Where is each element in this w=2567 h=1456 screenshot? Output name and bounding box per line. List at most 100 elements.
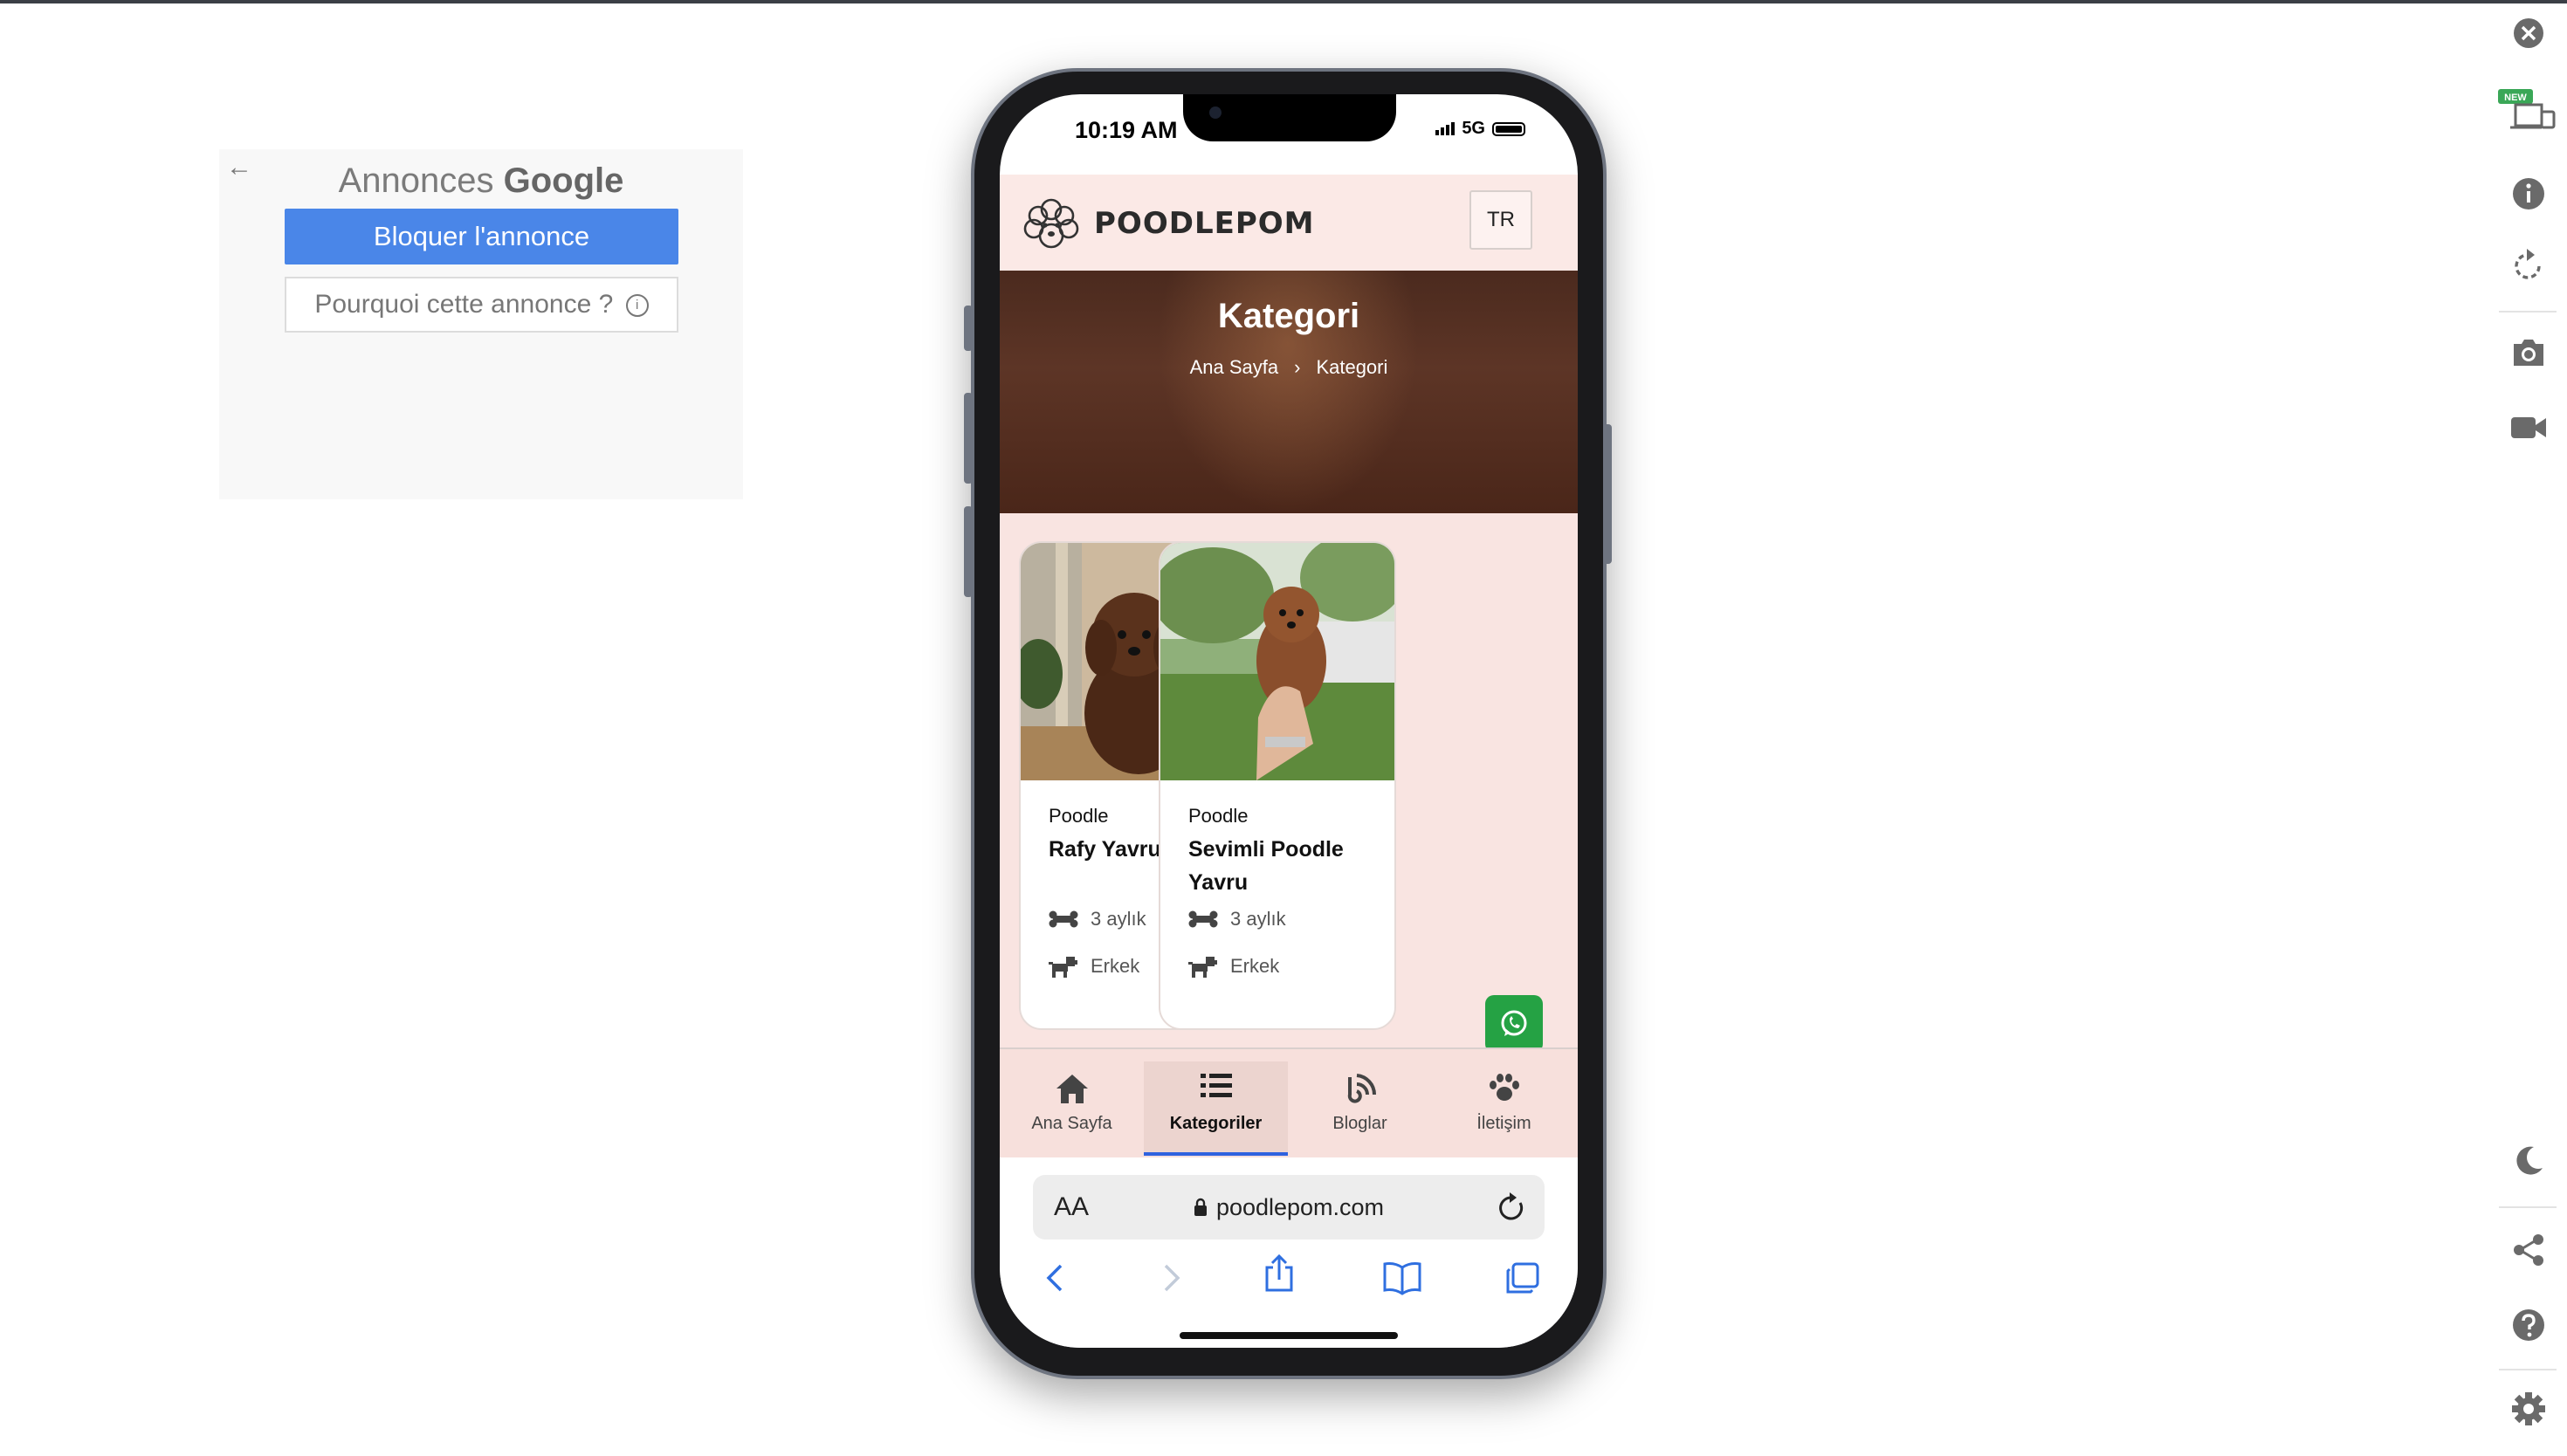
screenshot-button[interactable] [2494, 333, 2564, 372]
mute-switch [964, 306, 973, 351]
camera-icon [2514, 340, 2543, 366]
breadcrumb: Ana Sayfa › Kategori [1000, 356, 1578, 379]
card-title[interactable]: Sevimli Poodle Yavru [1188, 833, 1380, 899]
battery-icon [1492, 121, 1525, 136]
signal-icon [1435, 122, 1456, 135]
moon-icon [2516, 1146, 2543, 1175]
nav-item-categories[interactable]: Kategoriler [1144, 1049, 1288, 1166]
card-category: Poodle [1049, 805, 1109, 827]
nav-label: Kategoriler [1169, 1114, 1263, 1133]
help-button[interactable] [2494, 1306, 2564, 1344]
hero-banner: Kategori Ana Sayfa › Kategori [1000, 271, 1578, 513]
paw-icon [1489, 1074, 1519, 1101]
whatsapp-button[interactable] [1485, 995, 1543, 1053]
network-label: 5G [1462, 119, 1485, 138]
safari-toolbar: AA poodlepom.com [1000, 1157, 1578, 1348]
status-time: 10:19 AM [1075, 117, 1178, 143]
dark-mode-button[interactable] [2494, 1142, 2564, 1180]
toolbar-divider [2499, 311, 2557, 312]
share-sheet-icon[interactable] [1262, 1253, 1297, 1294]
phone-screen: 10:19 AM 5G POODLEPOM TR Kategori Ana Sa… [1000, 94, 1578, 1348]
rotate-icon [2515, 249, 2541, 279]
home-icon [1056, 1075, 1088, 1103]
gender-row: Erkek [1049, 955, 1139, 978]
reload-icon[interactable] [1496, 1191, 1527, 1224]
page-title: Kategori [1217, 297, 1360, 335]
back-icon[interactable] [1040, 1260, 1071, 1295]
bone-icon [1049, 910, 1078, 928]
google-ad-panel: ← Annonces Google Bloquer l'annonce Pour… [219, 149, 743, 499]
gender-row: Erkek [1188, 955, 1279, 978]
breadcrumb-current: Kategori [1316, 356, 1388, 378]
forward-icon[interactable] [1155, 1260, 1187, 1295]
whatsapp-icon [1501, 1010, 1527, 1036]
card-category: Poodle [1188, 805, 1249, 827]
volume-down-button [964, 506, 973, 597]
age-value: 3 aylık [1230, 908, 1286, 930]
language-button[interactable]: TR [1469, 190, 1532, 250]
bone-icon [1188, 910, 1218, 928]
site-header: POODLEPOM TR [1000, 175, 1578, 271]
age-row: 3 aylık [1049, 908, 1146, 931]
info-icon [2513, 178, 2544, 209]
device-icon: NEW [2498, 89, 2556, 129]
bookmarks-icon[interactable] [1382, 1260, 1422, 1295]
dog-icon [1049, 957, 1077, 978]
age-row: 3 aylık [1188, 908, 1286, 931]
info-icon: i [625, 294, 649, 318]
poodle-logo-icon[interactable] [1021, 192, 1082, 250]
nav-item-home[interactable]: Ana Sayfa [1000, 1049, 1144, 1166]
notch [1183, 94, 1396, 141]
url-text: poodlepom.com [1215, 1194, 1385, 1220]
nav-label: İletişim [1476, 1114, 1531, 1133]
help-icon [2513, 1309, 2544, 1341]
website-content: POODLEPOM TR Kategori Ana Sayfa › Kategori [1000, 175, 1578, 1166]
product-card[interactable]: Poodle Sevimli Poodle Yavru 3 aylık Erke… [1159, 541, 1396, 1030]
gender-value: Erkek [1091, 955, 1140, 977]
puppy-photo[interactable] [1160, 543, 1394, 780]
home-indicator [1180, 1332, 1398, 1339]
lock-icon [1194, 1198, 1207, 1216]
info-button[interactable] [2494, 175, 2564, 213]
gender-value: Erkek [1230, 955, 1280, 977]
new-badge-text: NEW [2504, 93, 2527, 103]
url-display[interactable]: poodlepom.com [1033, 1194, 1545, 1221]
site-brand[interactable]: POODLEPOM [1094, 206, 1315, 241]
dog-icon [1188, 957, 1217, 978]
share-button[interactable] [2494, 1231, 2564, 1269]
top-border [0, 0, 2567, 3]
block-ad-button[interactable]: Bloquer l'annonce [285, 209, 678, 264]
status-indicators: 5G [1435, 119, 1525, 139]
toolbar-divider [2499, 1369, 2557, 1370]
close-button[interactable] [2494, 16, 2564, 51]
record-button[interactable] [2494, 409, 2564, 447]
list-icon [1200, 1074, 1232, 1097]
settings-icon [2512, 1392, 2545, 1425]
nav-item-contact[interactable]: İletişim [1432, 1049, 1576, 1166]
device-button[interactable]: NEW [2494, 86, 2564, 134]
bottom-navigation: Ana Sayfa Kategoriler Bloglar İletişim [1000, 1047, 1578, 1166]
rotate-button[interactable] [2494, 246, 2564, 285]
nav-label: Bloglar [1332, 1114, 1387, 1133]
breadcrumb-home[interactable]: Ana Sayfa [1190, 356, 1279, 378]
chevron-right-icon: › [1294, 356, 1301, 378]
video-icon [2511, 417, 2546, 438]
why-this-ad-label: Pourquoi cette annonce ? [314, 290, 614, 319]
address-bar[interactable]: AA poodlepom.com [1033, 1175, 1545, 1240]
age-value: 3 aylık [1091, 908, 1146, 930]
ad-title: Annonces Google [219, 161, 743, 201]
share-icon [2514, 1234, 2543, 1266]
power-button [1603, 424, 1612, 564]
front-camera [1209, 106, 1222, 119]
ad-title-prefix: Annonces [338, 161, 494, 200]
blog-icon [1347, 1074, 1376, 1103]
ad-title-brand: Google [503, 161, 624, 200]
nav-label: Ana Sayfa [1031, 1114, 1112, 1133]
toolbar-divider [2499, 1206, 2557, 1208]
close-icon [2514, 18, 2543, 48]
why-this-ad-button[interactable]: Pourquoi cette annonce ? i [285, 277, 678, 333]
nav-item-blogs[interactable]: Bloglar [1288, 1049, 1432, 1166]
settings-button[interactable] [2494, 1390, 2564, 1428]
volume-up-button [964, 393, 973, 484]
tabs-icon[interactable] [1504, 1260, 1541, 1295]
